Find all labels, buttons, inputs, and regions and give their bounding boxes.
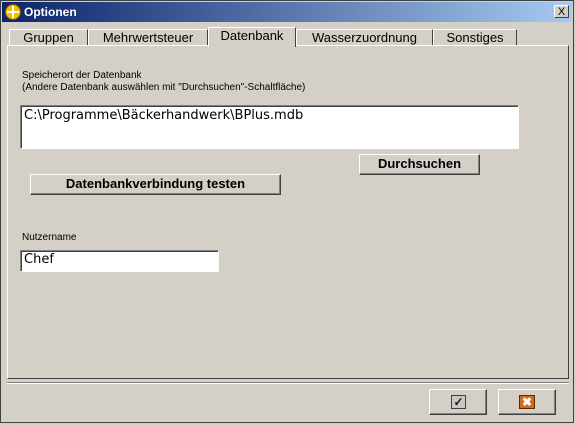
username-label: Nutzername bbox=[22, 232, 77, 243]
tab-panel-datenbank: Speicherort der Datenbank (Andere Datenb… bbox=[7, 45, 569, 379]
cancel-x-icon: ✖ bbox=[519, 395, 535, 409]
ok-button[interactable]: ✓ bbox=[429, 389, 487, 415]
checkmark-icon: ✓ bbox=[451, 395, 466, 409]
database-hint-label: (Andere Datenbank auswählen mit "Durchsu… bbox=[22, 82, 306, 93]
database-path-field[interactable]: C:\Programme\Bäckerhandwerk\BPlus.mdb bbox=[20, 105, 519, 149]
browse-button[interactable]: Durchsuchen bbox=[359, 154, 480, 175]
close-button[interactable]: X bbox=[554, 5, 569, 18]
app-icon bbox=[5, 4, 21, 20]
cancel-button[interactable]: ✖ bbox=[498, 389, 556, 415]
test-connection-button[interactable]: Datenbankverbindung testen bbox=[30, 174, 281, 195]
username-field[interactable]: Chef bbox=[20, 250, 219, 272]
tab-gruppen[interactable]: Gruppen bbox=[9, 29, 88, 46]
tab-mehrwertsteuer[interactable]: Mehrwertsteuer bbox=[88, 29, 208, 46]
window-title: Optionen bbox=[24, 5, 77, 19]
tab-sonstiges[interactable]: Sonstiges bbox=[433, 29, 517, 46]
title-bar[interactable]: Optionen X bbox=[2, 2, 572, 22]
footer-divider bbox=[7, 382, 569, 384]
options-dialog: Optionen X Gruppen Mehrwertsteuer Datenb… bbox=[0, 0, 574, 423]
tab-wasserzuordnung[interactable]: Wasserzuordnung bbox=[296, 29, 433, 46]
database-location-label: Speicherort der Datenbank bbox=[22, 70, 142, 81]
tab-datenbank[interactable]: Datenbank bbox=[208, 27, 296, 47]
